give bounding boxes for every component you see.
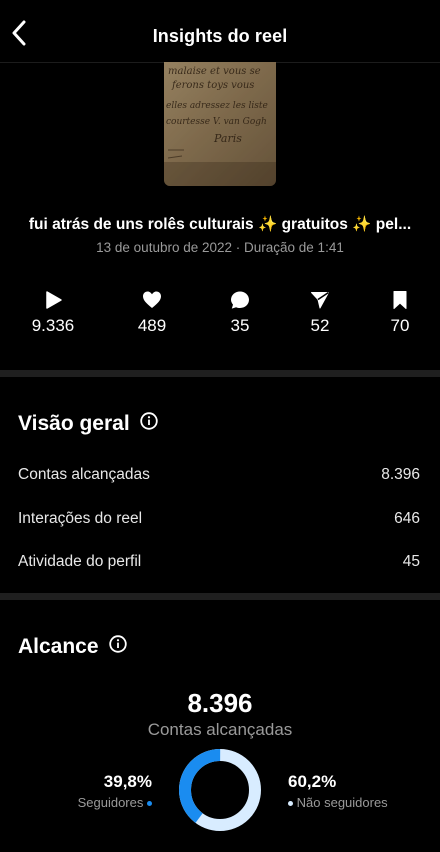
section-divider — [0, 370, 440, 377]
followers-legend: Seguidores — [78, 795, 152, 810]
thumb-line-4: courtesse V. van Gogh — [166, 117, 267, 127]
row-value: 646 — [394, 510, 420, 527]
reel-duration: Duração de 1:41 — [244, 240, 344, 255]
followers-label: Seguidores — [77, 795, 144, 810]
overview-title-text: Visão geral — [18, 412, 130, 435]
reel-thumbnail[interactable]: malaise et vous se ferons toys vous elle… — [164, 62, 276, 186]
reel-caption: fui atrás de uns rolês culturais ✨ gratu… — [28, 216, 412, 233]
followers-percent: 39,8% — [103, 772, 152, 791]
reel-date: 13 de outubro de 2022 — [96, 240, 233, 255]
nonfollowers-percent: 60,2% — [288, 772, 337, 791]
stat-shares: 52 — [280, 290, 360, 336]
thumb-line-3: elles adressez les liste — [166, 101, 268, 111]
stat-likes: 489 — [112, 290, 192, 336]
stat-comments: 35 — [200, 290, 280, 336]
stat-likes-value: 489 — [137, 316, 167, 335]
nonfollowers-legend: Não seguidores — [288, 795, 388, 810]
stat-plays: 9.336 — [13, 290, 93, 336]
stat-saves: 70 — [360, 290, 440, 336]
overview-row-profile-activity[interactable]: Atividade do perfil 45 — [18, 553, 420, 571]
top-bar: Insights do reel — [0, 0, 440, 63]
thumb-line-1: malaise et vous se — [168, 66, 261, 77]
row-label: Contas alcançadas — [18, 466, 150, 483]
comment-icon — [231, 291, 249, 309]
followers-dot — [147, 801, 152, 807]
info-icon[interactable] — [139, 412, 158, 436]
row-label: Interações do reel — [18, 510, 143, 527]
stat-saves-value: 70 — [390, 316, 410, 335]
reel-meta: 13 de outubro de 2022 · Duração de 1:41 — [0, 240, 440, 255]
overview-title: Visão geral — [18, 412, 158, 436]
page-title: Insights do reel — [152, 26, 288, 46]
stat-shares-value: 52 — [310, 316, 330, 335]
reach-title-text: Alcance — [18, 635, 99, 658]
handwriting-image: malaise et vous se ferons toys vous elle… — [164, 62, 276, 186]
nonfollowers-label: Não seguidores — [296, 795, 388, 810]
overview-row-reel-interactions[interactable]: Interações do reel 646 — [18, 510, 420, 528]
row-value: 45 — [402, 553, 420, 570]
send-icon — [311, 291, 329, 309]
reach-total: 8.396 — [187, 688, 253, 718]
section-divider — [0, 593, 440, 600]
heart-icon — [143, 291, 161, 308]
row-label: Atividade do perfil — [18, 553, 142, 570]
meta-separator: · — [232, 240, 245, 255]
play-icon — [46, 291, 62, 309]
nonfollowers-dot — [288, 801, 293, 807]
stat-plays-value: 9.336 — [31, 316, 75, 335]
stat-comments-value: 35 — [230, 316, 250, 335]
reach-title: Alcance — [18, 635, 127, 659]
thumb-line-2: ferons toys vous — [171, 80, 254, 91]
followers-stat: 39,8% Seguidores — [78, 772, 152, 810]
reach-total-label: Contas alcançadas — [147, 720, 293, 739]
thumb-line-5: Paris — [213, 132, 242, 145]
info-icon[interactable] — [108, 635, 127, 659]
overview-row-accounts-reached[interactable]: Contas alcançadas 8.396 — [18, 466, 420, 484]
reach-donut-chart — [179, 749, 261, 831]
nonfollowers-stat: 60,2% Não seguidores — [288, 772, 388, 810]
row-value: 8.396 — [381, 466, 420, 483]
bookmark-icon — [393, 291, 407, 309]
